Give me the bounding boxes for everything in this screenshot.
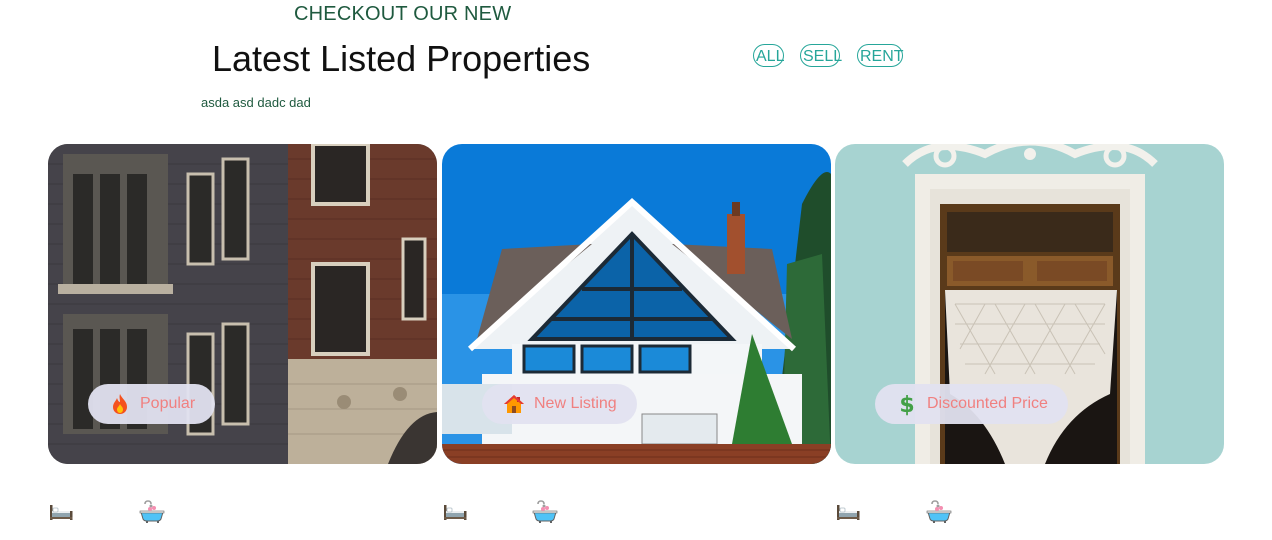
fire-icon (113, 394, 127, 414)
property-card[interactable]: New Listing (442, 144, 831, 464)
dollar-icon: $ (899, 393, 914, 416)
section-subtitle: asda asd dadc dad (201, 95, 311, 110)
listing-badge: New Listing (482, 384, 637, 424)
listing-badge: $ Discounted Price (875, 384, 1068, 424)
filter-all-button[interactable]: ALL (753, 44, 784, 67)
bathtub-icon (926, 500, 952, 524)
svg-text:$: $ (899, 393, 914, 416)
house-icon (504, 395, 524, 413)
listing-badge: Popular (88, 384, 216, 424)
bed-icon (835, 500, 861, 524)
page: CHECKOUT OUR NEW Latest Listed Propertie… (0, 0, 1272, 540)
property-card[interactable]: Popular (48, 144, 437, 464)
property-card[interactable]: $ Discounted Price (835, 144, 1224, 464)
section-eyebrow: CHECKOUT OUR NEW (294, 3, 512, 25)
filter-rent-button[interactable]: RENT (857, 44, 904, 67)
bathtub-icon (139, 500, 165, 524)
bathtub-icon (532, 500, 558, 524)
badge-label: Discounted Price (927, 395, 1048, 412)
filter-sell-button[interactable]: SELL (800, 44, 842, 67)
bed-icon (442, 500, 468, 524)
badge-label: New Listing (534, 395, 617, 412)
bed-icon (48, 500, 74, 524)
page-title: Latest Listed Properties (212, 38, 591, 79)
badge-label: Popular (140, 395, 196, 412)
